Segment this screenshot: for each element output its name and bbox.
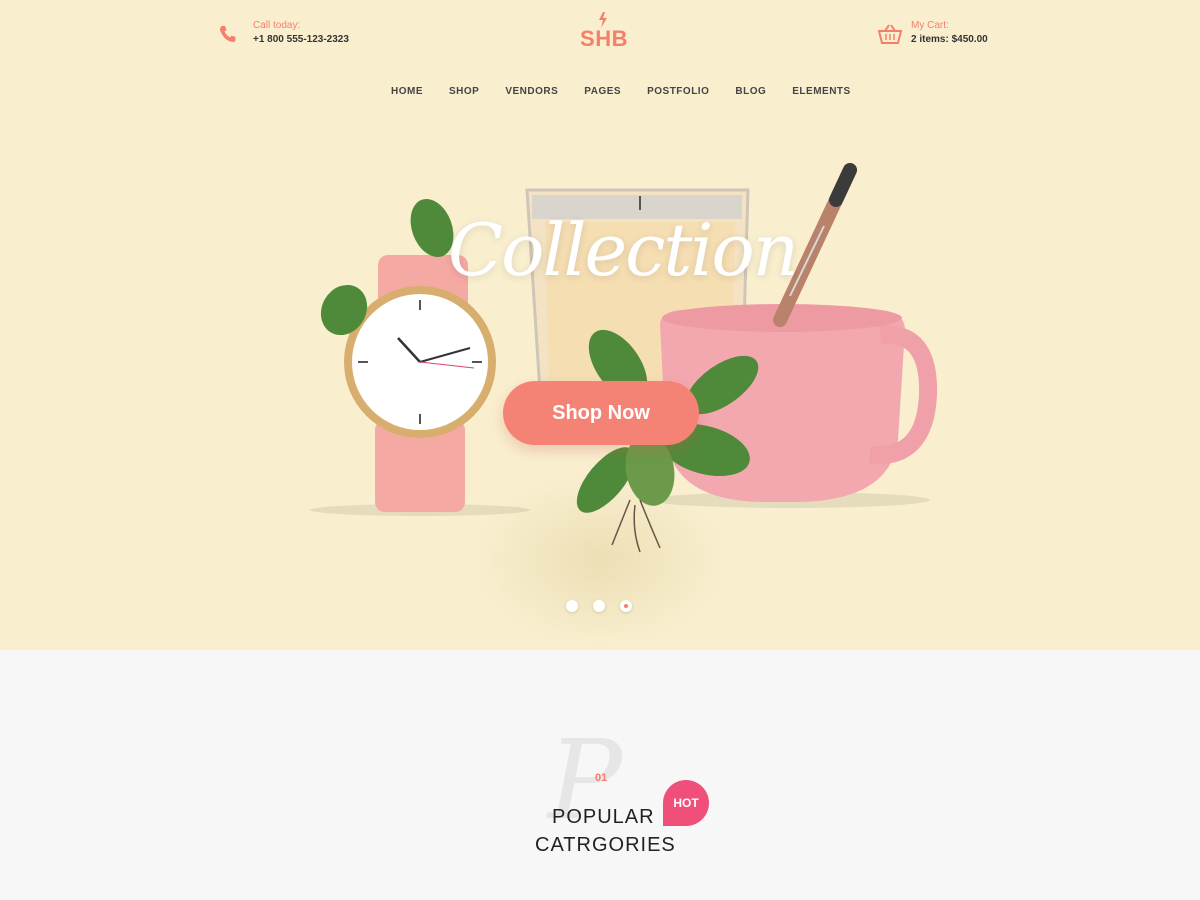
hero-banner: Call today: +1 800 555-123-2323 SHB My C… (0, 0, 1200, 650)
main-nav: HOME SHOP VENDORS PAGES POSTFOLIO BLOG E… (378, 86, 864, 97)
nav-item-pages[interactable]: PAGES (584, 86, 621, 97)
nav-item-elements[interactable]: ELEMENTS (792, 86, 850, 97)
roots-image (611, 499, 661, 553)
slider-dot-2[interactable] (593, 600, 605, 612)
nav-item-vendors[interactable]: VENDORS (505, 86, 558, 97)
section-title-line1: POPULAR (552, 806, 655, 828)
mini-cart[interactable]: My Cart: 2 items: $450.00 (878, 20, 988, 48)
call-number[interactable]: +1 800 555-123-2323 (253, 32, 349, 48)
cart-label: My Cart: (911, 20, 949, 31)
logo-text: SHB (580, 26, 628, 51)
nav-item-blog[interactable]: BLOG (735, 86, 766, 97)
shop-now-button[interactable]: Shop Now (503, 381, 699, 445)
hero-script-title: Collection (448, 208, 799, 292)
hot-badge: HOT (663, 780, 709, 826)
section-title-line2: CATRGORIES (535, 834, 676, 856)
call-info: Call today: +1 800 555-123-2323 (218, 20, 349, 48)
basket-icon (878, 24, 902, 44)
nav-item-postfolio[interactable]: POSTFOLIO (647, 86, 709, 97)
nav-item-shop[interactable]: SHOP (449, 86, 479, 97)
slider-dot-1[interactable] (566, 600, 578, 612)
phone-icon (220, 26, 236, 42)
logo[interactable]: SHB (576, 12, 632, 52)
section-number: 01 (595, 772, 608, 784)
slider-dots (566, 600, 647, 612)
hero-product-art (310, 163, 938, 553)
slider-dot-3[interactable] (620, 600, 632, 612)
cart-summary: 2 items: $450.00 (911, 34, 988, 45)
nav-item-home[interactable]: HOME (391, 86, 423, 97)
call-label: Call today: (253, 20, 301, 31)
